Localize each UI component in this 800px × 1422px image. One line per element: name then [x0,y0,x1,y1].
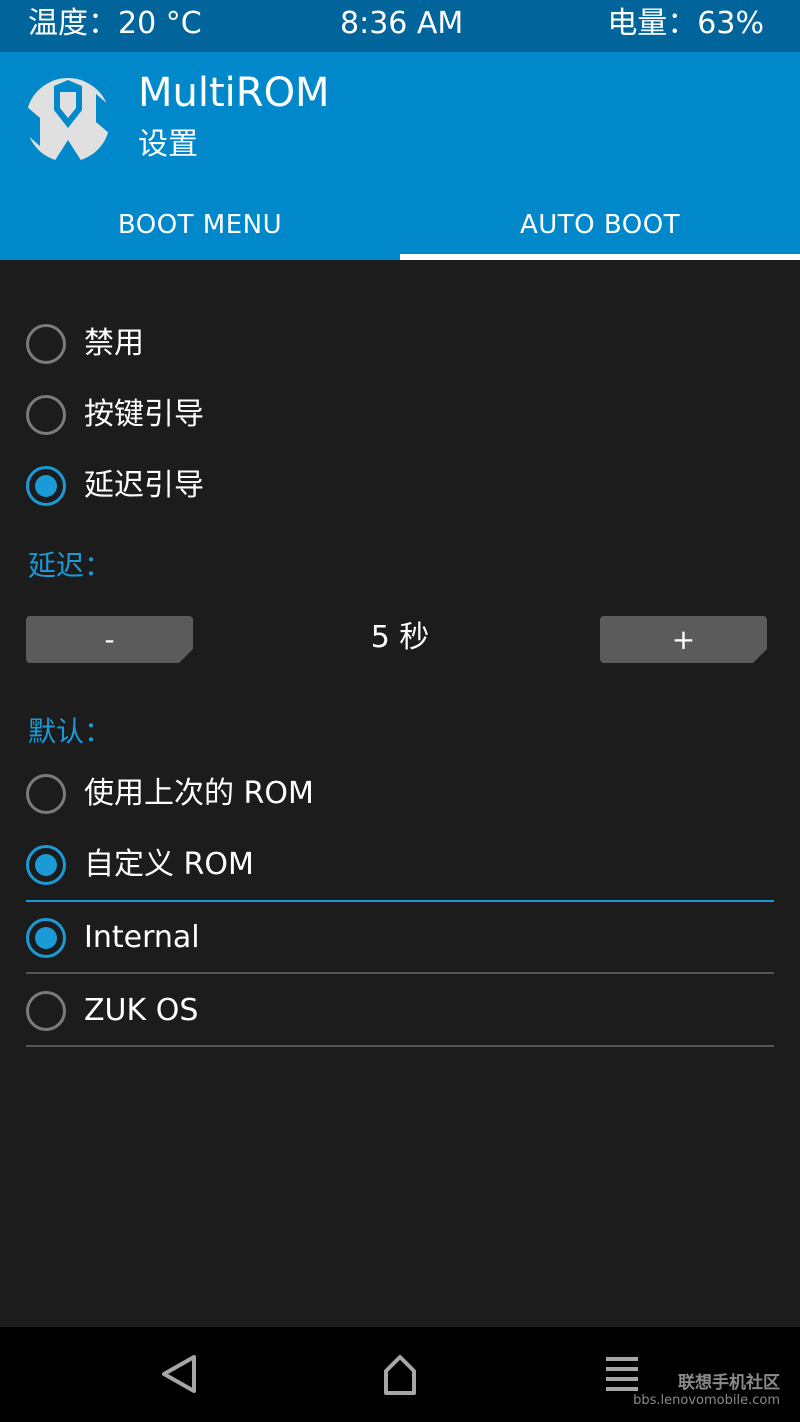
active-tab-indicator [400,254,800,260]
delay-increase-button[interactable]: + [600,616,767,663]
status-bar: 温度：20 °C 8:36 AM 电量：63% [0,0,800,52]
radio-button[interactable] [26,774,66,814]
list-divider [26,972,774,974]
radio-button-checked[interactable] [26,845,66,885]
radio-label: 使用上次的 ROM [84,776,314,811]
navigation-bar: 联想手机社区 bbs.lenovomobile.com [0,1327,800,1422]
radio-button[interactable] [26,395,66,435]
watermark-title: 联想手机社区 [678,1373,780,1393]
tab-auto-boot[interactable]: AUTO BOOT [400,192,800,260]
radio-disabled[interactable]: 禁用 [26,312,774,376]
delay-value: 5 秒 [370,620,430,655]
list-divider [26,1045,774,1047]
app-header: MultiROM 设置 BOOT MENU AUTO BOOT [0,52,800,260]
home-icon[interactable] [370,1349,430,1399]
back-triangle-icon[interactable] [148,1349,208,1399]
status-temperature: 温度：20 °C [28,6,202,41]
radio-use-last-rom[interactable]: 使用上次的 ROM [26,762,774,826]
radio-button[interactable] [26,324,66,364]
radio-custom-rom[interactable]: 自定义 ROM [26,833,774,897]
list-divider-accent [26,900,774,902]
status-battery: 电量：63% [607,6,764,41]
rom-item-internal[interactable]: Internal [26,906,774,970]
rom-item-label: Internal [84,920,200,955]
radio-button-checked[interactable] [26,466,66,506]
delay-decrease-button[interactable]: - [26,616,193,663]
radio-label: 禁用 [84,326,144,361]
rom-item-label: ZUK OS [84,993,199,1028]
delay-section-label: 延迟： [28,549,113,582]
radio-button[interactable] [26,991,66,1031]
app-title: MultiROM [138,70,330,116]
radio-delay-boot[interactable]: 延迟引导 [26,454,774,518]
twrp-logo-icon [26,78,110,162]
radio-button-checked[interactable] [26,918,66,958]
tab-boot-menu[interactable]: BOOT MENU [0,192,400,260]
status-time: 8:36 AM [340,6,464,41]
watermark-url: bbs.lenovomobile.com [633,1393,780,1408]
radio-key-boot[interactable]: 按键引导 [26,383,774,447]
radio-label: 延迟引导 [84,468,204,503]
app-subtitle: 设置 [138,127,198,162]
radio-label: 自定义 ROM [84,847,254,882]
rom-item-zuk-os[interactable]: ZUK OS [26,979,774,1043]
watermark: 联想手机社区 bbs.lenovomobile.com [633,1373,780,1409]
default-section-label: 默认： [28,715,113,748]
radio-label: 按键引导 [84,397,204,432]
